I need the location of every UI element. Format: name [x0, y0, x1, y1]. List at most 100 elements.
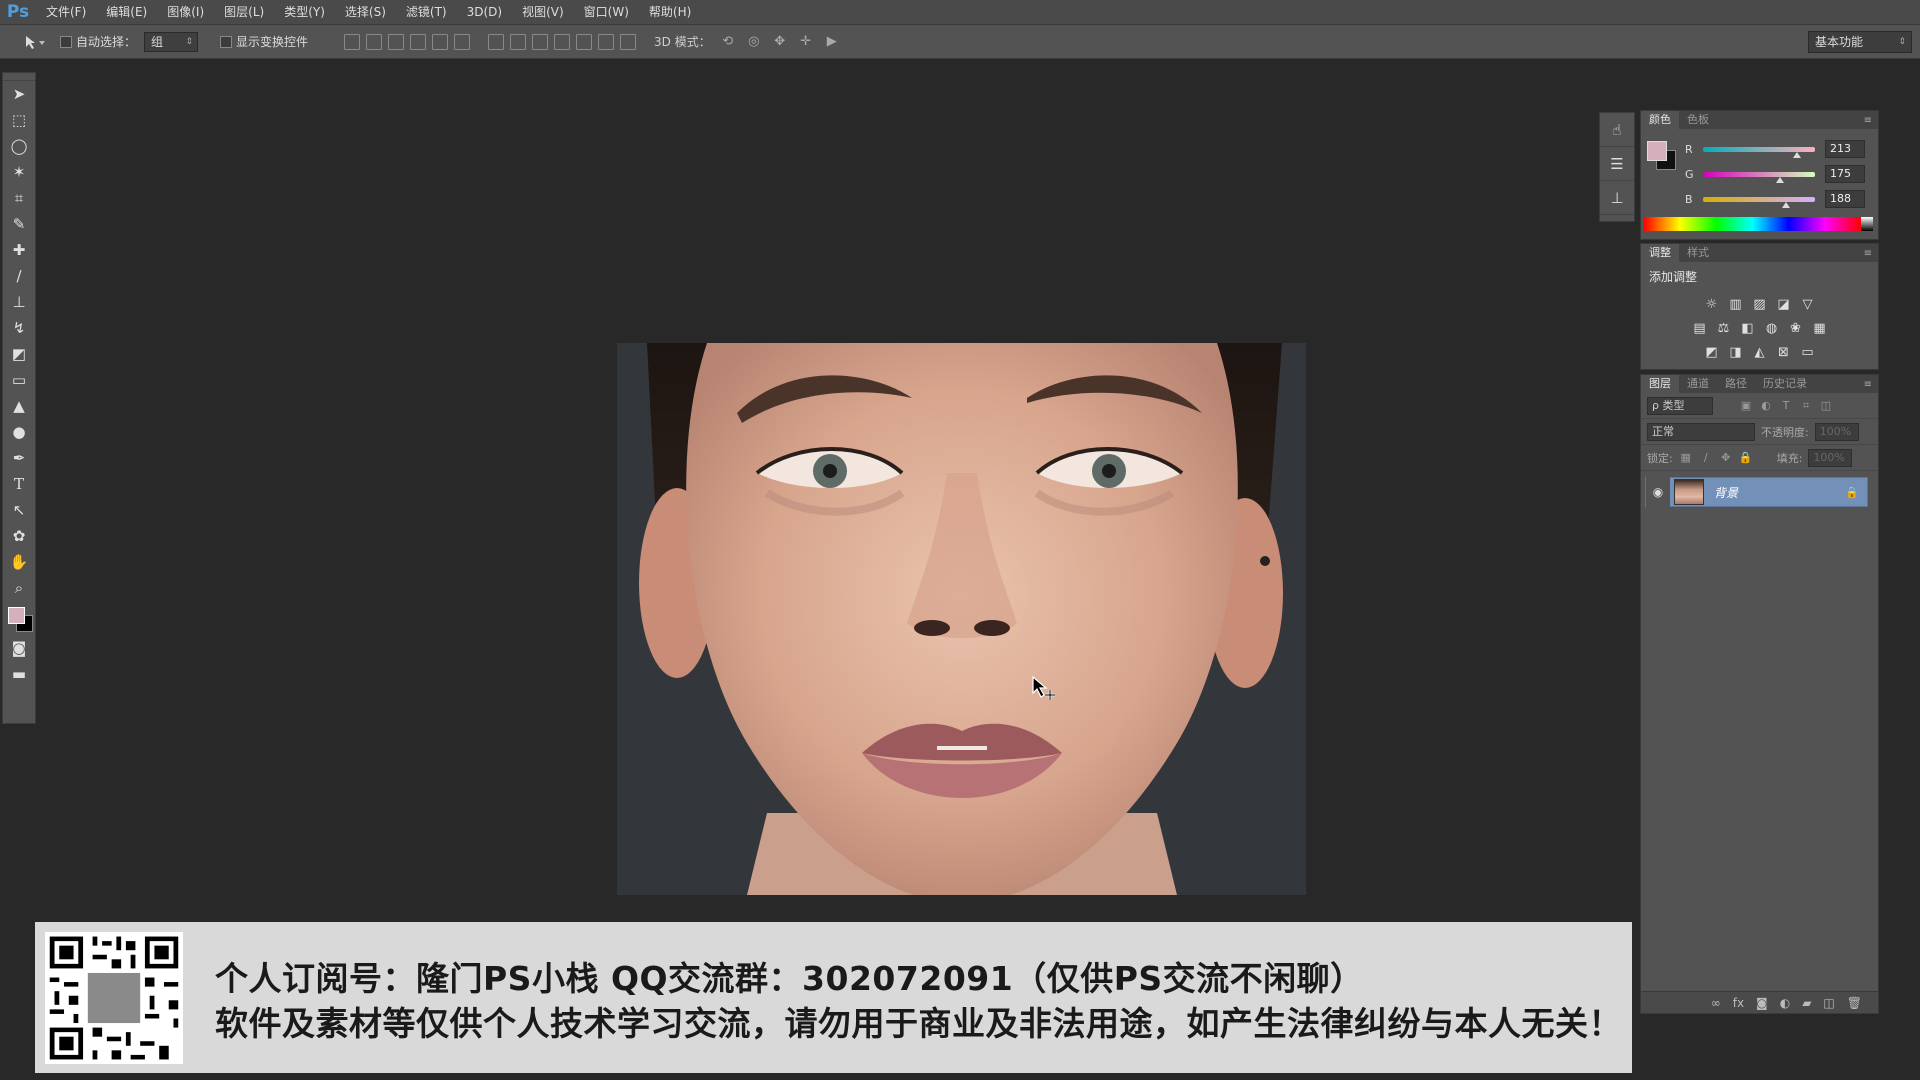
lock-transparent-icon[interactable]: ▦ [1679, 451, 1693, 465]
shape-tool[interactable]: ✿ [3, 523, 35, 549]
green-slider[interactable] [1703, 171, 1815, 183]
tab-swatches[interactable]: 色板 [1679, 111, 1717, 129]
document-canvas[interactable] [617, 343, 1306, 895]
path-selection-tool[interactable]: ↖ [3, 497, 35, 523]
marquee-tool[interactable]: ⬚ [3, 107, 35, 133]
layer-row-background[interactable]: ◉ 背景 🔒 [1645, 477, 1868, 507]
menu-view[interactable]: 视图(V) [512, 0, 574, 25]
blend-mode-dropdown[interactable]: 正常 [1647, 422, 1755, 441]
rotate-3d-icon[interactable]: ⟲ [719, 34, 737, 50]
menu-select[interactable]: 选择(S) [335, 0, 396, 25]
align-right-icon[interactable] [454, 33, 471, 50]
link-layers-icon[interactable]: ∞ [1711, 996, 1721, 1010]
crop-tool[interactable]: ⌗ [3, 185, 35, 211]
new-adjustment-icon[interactable]: ◐ [1780, 996, 1790, 1010]
roll-3d-icon[interactable]: ◎ [745, 34, 763, 50]
distribute-top-icon[interactable] [488, 33, 505, 50]
menu-layer[interactable]: 图层(L) [214, 0, 274, 25]
pen-tool[interactable]: ✒ [3, 445, 35, 471]
add-mask-icon[interactable]: ◙ [1756, 996, 1768, 1010]
panel-color-swatches[interactable] [1647, 141, 1677, 171]
toolbox-grip[interactable] [3, 73, 35, 81]
hue-saturation-icon[interactable]: ▤ [1691, 319, 1709, 337]
new-layer-icon[interactable]: ◫ [1823, 996, 1834, 1010]
menu-image[interactable]: 图像(I) [157, 0, 214, 25]
dodge-tool[interactable]: ● [3, 419, 35, 445]
lasso-tool[interactable]: ◯ [3, 133, 35, 159]
blue-value-input[interactable]: 188 [1825, 190, 1865, 208]
gradient-map-icon[interactable]: ▭ [1799, 343, 1817, 361]
history-brush-tool[interactable]: ↯ [3, 315, 35, 341]
menu-type[interactable]: 类型(Y) [274, 0, 335, 25]
tab-layers[interactable]: 图层 [1641, 375, 1679, 393]
tab-adjustments[interactable]: 调整 [1641, 244, 1679, 262]
tool-preset-picker[interactable] [18, 31, 52, 53]
new-group-icon[interactable]: ▰ [1802, 996, 1811, 1010]
hand-tool[interactable]: ✋ [3, 549, 35, 575]
filter-adjustment-icon[interactable]: ◐ [1759, 399, 1773, 413]
blue-slider-thumb[interactable] [1781, 201, 1790, 208]
menu-3d[interactable]: 3D(D) [457, 0, 512, 25]
panel-menu-icon[interactable]: ≡ [1864, 248, 1872, 259]
color-balance-icon[interactable]: ⚖ [1715, 319, 1733, 337]
zoom-tool[interactable]: ⌕ [3, 575, 35, 601]
fill-input[interactable]: 100% [1808, 448, 1853, 467]
checkbox-box[interactable] [60, 35, 72, 48]
delete-layer-icon[interactable]: 🗑 [1847, 996, 1862, 1010]
filter-smart-object-icon[interactable]: ◫ [1819, 399, 1833, 413]
panel-foreground-swatch[interactable] [1647, 141, 1667, 161]
checkbox-box[interactable] [220, 35, 233, 48]
align-vcenter-icon[interactable] [366, 33, 383, 50]
auto-select-dropdown[interactable]: 组 [144, 31, 199, 52]
menu-window[interactable]: 窗口(W) [574, 0, 639, 25]
color-spectrum-bar[interactable] [1644, 217, 1873, 231]
distribute-hcenter-icon[interactable] [576, 33, 593, 50]
slide-3d-icon[interactable]: ✛ [797, 34, 815, 50]
foreground-color-swatch[interactable] [8, 607, 25, 624]
distribute-vcenter-icon[interactable] [510, 33, 527, 50]
threshold-icon[interactable]: ◭ [1751, 343, 1769, 361]
show-transform-checkbox[interactable]: 显示变换控件 [220, 33, 308, 50]
panel-menu-icon[interactable]: ≡ [1864, 115, 1872, 126]
auto-align-icon[interactable] [620, 33, 637, 50]
filter-shape-icon[interactable]: ⌗ [1799, 399, 1813, 413]
character-panel-icon[interactable]: ⊥ [1600, 181, 1634, 215]
type-tool[interactable]: T [3, 471, 35, 497]
photo-filter-icon[interactable]: ◍ [1763, 319, 1781, 337]
levels-icon[interactable]: ▥ [1727, 295, 1745, 313]
tab-channels[interactable]: 通道 [1679, 375, 1717, 393]
exposure-icon[interactable]: ◪ [1775, 295, 1793, 313]
red-slider[interactable] [1703, 146, 1815, 158]
healing-brush-tool[interactable]: ✚ [3, 237, 35, 263]
clone-stamp-tool[interactable]: ⊥ [3, 289, 35, 315]
eraser-tool[interactable]: ◩ [3, 341, 35, 367]
properties-panel-icon[interactable]: ☰ [1600, 147, 1634, 181]
menu-edit[interactable]: 编辑(E) [96, 0, 157, 25]
black-white-icon[interactable]: ◧ [1739, 319, 1757, 337]
workspace-dropdown[interactable]: 基本功能 [1808, 31, 1912, 53]
eyedropper-tool[interactable]: ✎ [3, 211, 35, 237]
layer-style-icon[interactable]: fx [1733, 996, 1744, 1010]
color-swatches[interactable] [3, 601, 35, 635]
lock-pixels-icon[interactable]: ∕ [1699, 451, 1713, 465]
menu-file[interactable]: 文件(F) [36, 0, 96, 25]
screen-mode-button[interactable]: ▬ [3, 661, 35, 687]
green-slider-thumb[interactable] [1775, 176, 1784, 183]
invert-icon[interactable]: ◩ [1703, 343, 1721, 361]
selective-color-icon[interactable]: ⊠ [1775, 343, 1793, 361]
distribute-bottom-icon[interactable] [532, 33, 549, 50]
layer-name[interactable]: 背景 [1714, 484, 1738, 501]
auto-select-checkbox[interactable]: 自动选择： [60, 33, 136, 50]
red-value-input[interactable]: 213 [1825, 140, 1865, 158]
red-slider-thumb[interactable] [1792, 151, 1801, 158]
lock-all-icon[interactable]: 🔒 [1739, 451, 1753, 465]
green-value-input[interactable]: 175 [1825, 165, 1865, 183]
distribute-right-icon[interactable] [598, 33, 615, 50]
eye-icon[interactable]: ◉ [1646, 477, 1670, 507]
gradient-tool[interactable]: ▭ [3, 367, 35, 393]
blue-slider[interactable] [1703, 196, 1815, 208]
tab-history[interactable]: 历史记录 [1755, 375, 1815, 393]
opacity-input[interactable]: 100% [1814, 422, 1859, 441]
align-top-icon[interactable] [344, 33, 361, 50]
drag-3d-icon[interactable]: ✥ [771, 34, 789, 50]
